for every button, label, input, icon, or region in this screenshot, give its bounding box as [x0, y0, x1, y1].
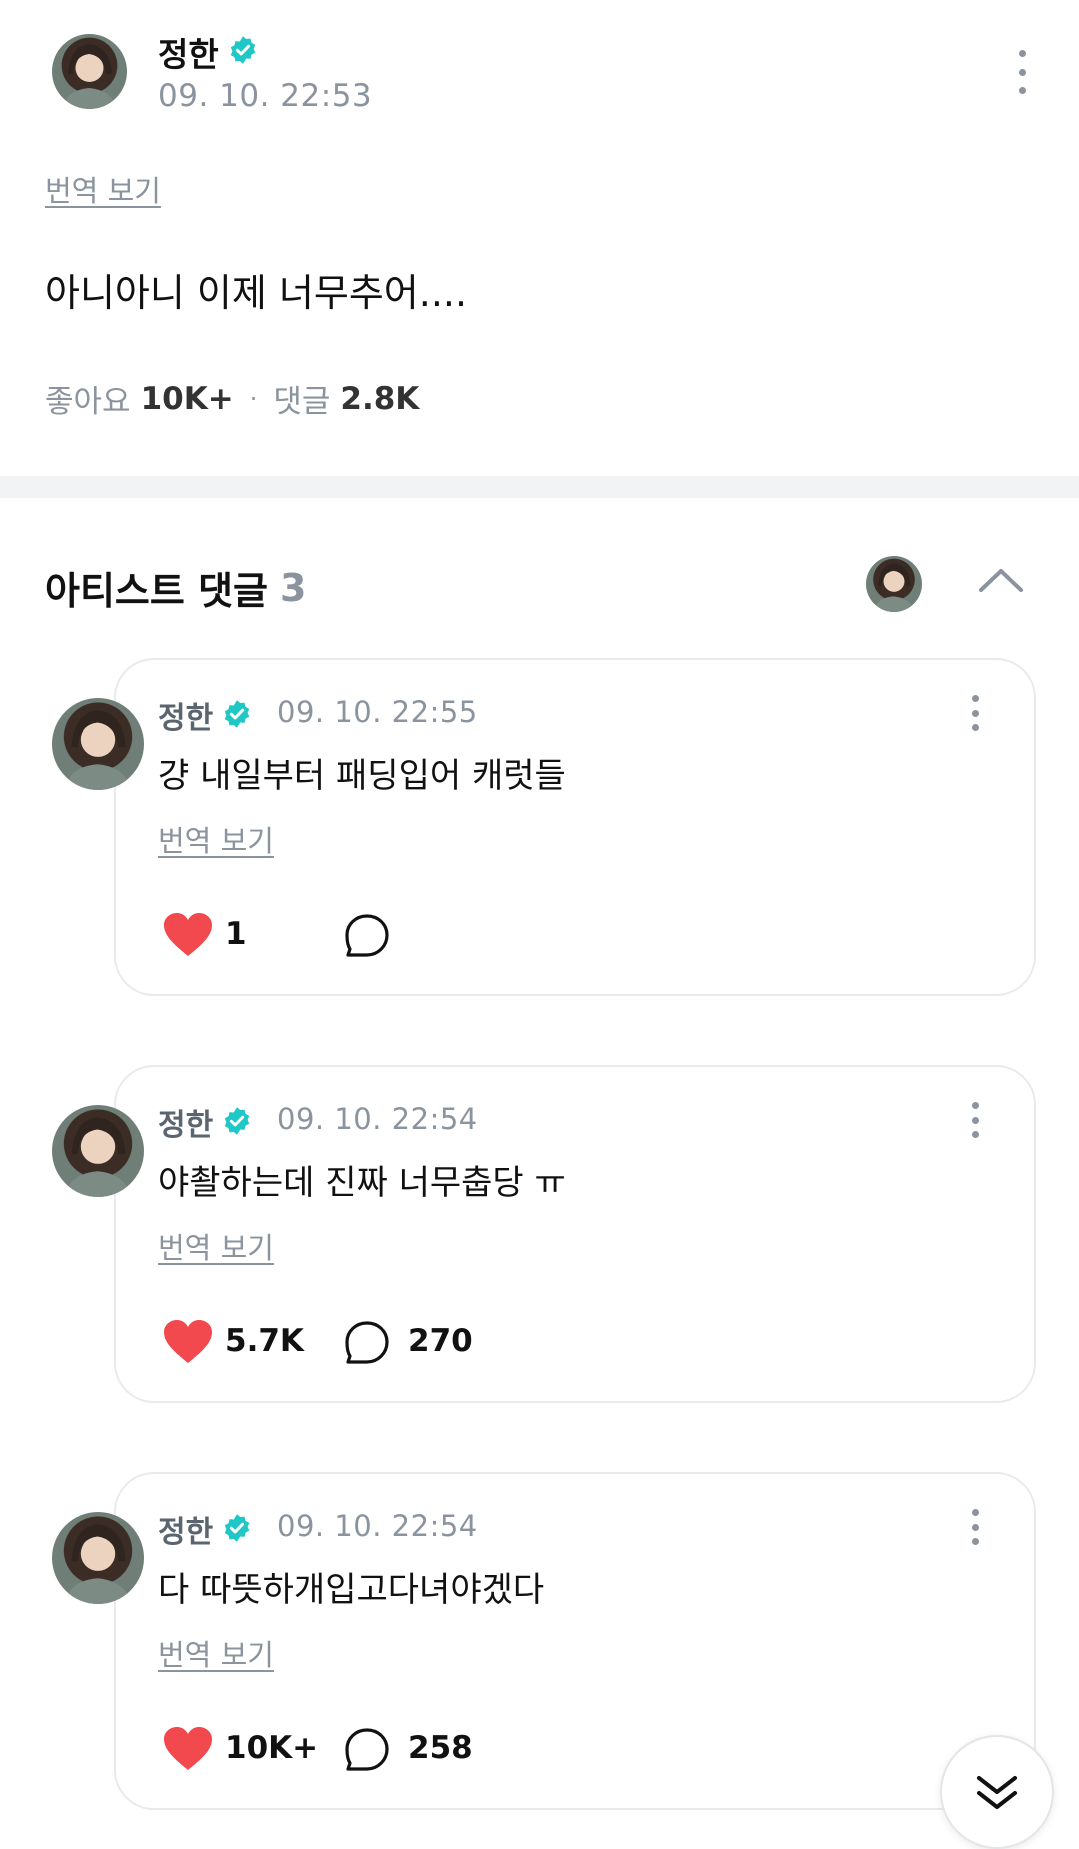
comment-more-options-icon[interactable]: [970, 1509, 980, 1545]
heart-icon[interactable]: [162, 1726, 214, 1772]
comment-author[interactable]: 정한: [158, 693, 213, 737]
artist-comments-count: 3: [280, 565, 307, 610]
comment-translate-link[interactable]: 번역 보기: [158, 1225, 274, 1267]
comment-translate-link[interactable]: 번역 보기: [158, 818, 274, 860]
comment-reply-count: 270: [408, 1323, 473, 1359]
reply-bubble-icon[interactable]: [344, 913, 390, 959]
post-stats: 좋아요 10K+ · 댓글 2.8K: [45, 376, 419, 421]
comment-more-options-icon[interactable]: [970, 1102, 980, 1138]
comment-reply-count: 258: [408, 1730, 473, 1766]
verified-badge-icon: [224, 1514, 250, 1542]
heart-icon[interactable]: [162, 1319, 214, 1365]
comment-like-count: 5.7K: [225, 1323, 304, 1359]
likes-count: 10K+: [140, 380, 234, 417]
artist-comments-header: 아티스트 댓글 3: [45, 560, 306, 615]
comment-text: 다 따뜻하개입고다녀야겠다: [158, 1570, 545, 1610]
likes-label: 좋아요: [45, 384, 131, 420]
author-name[interactable]: 정한: [158, 28, 219, 76]
reply-bubble-icon[interactable]: [344, 1320, 390, 1366]
comments-label[interactable]: 댓글: [273, 376, 330, 421]
comment-like-count: 1: [225, 916, 247, 952]
post-translate-link[interactable]: 번역 보기: [45, 168, 161, 210]
comment-text: 야촬하는데 진짜 너무춥당 ㅠ: [158, 1163, 566, 1203]
double-chevron-down-icon: [977, 1776, 1017, 1809]
comment-more-options-icon[interactable]: [970, 695, 980, 731]
verified-badge-icon: [230, 36, 256, 64]
stats-separator: ·: [249, 384, 258, 413]
heart-icon[interactable]: [162, 912, 214, 958]
comment-timestamp: 09. 10. 22:54: [277, 1102, 478, 1136]
comment-author[interactable]: 정한: [158, 1507, 213, 1551]
comments-count[interactable]: 2.8K: [340, 381, 419, 417]
comment-like-count: 10K+: [225, 1730, 319, 1766]
comment-translate-link[interactable]: 번역 보기: [158, 1632, 274, 1674]
artist-avatar-small[interactable]: [866, 556, 922, 612]
comment-avatar[interactable]: [52, 1105, 144, 1197]
artist-comments-title: 아티스트 댓글: [45, 569, 268, 613]
comment-avatar[interactable]: [52, 1512, 144, 1604]
scroll-to-bottom-button[interactable]: [940, 1735, 1054, 1849]
verified-badge-icon: [224, 1107, 250, 1135]
comment-timestamp: 09. 10. 22:54: [277, 1509, 478, 1543]
verified-badge-icon: [224, 700, 250, 728]
post-more-options-icon[interactable]: [1016, 50, 1028, 94]
comment-author[interactable]: 정한: [158, 1100, 213, 1144]
section-divider: [0, 476, 1079, 498]
author-avatar[interactable]: [52, 34, 127, 109]
comment-avatar[interactable]: [52, 698, 144, 790]
reply-bubble-icon[interactable]: [344, 1727, 390, 1773]
comment-text: 걍 내일부터 패딩입어 캐럿들: [158, 756, 566, 796]
chevron-up-icon[interactable]: [978, 567, 1024, 593]
comment-timestamp: 09. 10. 22:55: [277, 695, 478, 729]
post-body: 아니아니 이제 너무추어....: [45, 271, 468, 315]
post-timestamp: 09. 10. 22:53: [158, 78, 373, 114]
